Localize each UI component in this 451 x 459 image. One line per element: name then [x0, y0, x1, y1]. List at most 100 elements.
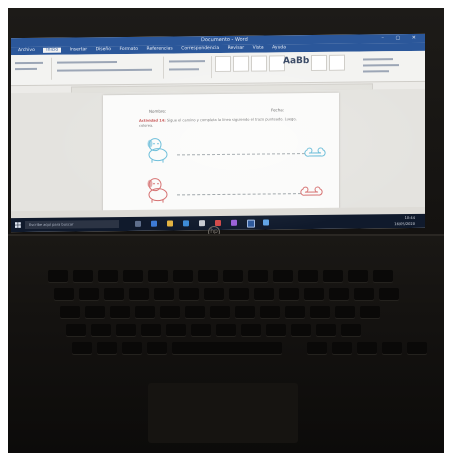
keyboard-key[interactable] [241, 324, 261, 336]
app-icon[interactable] [215, 219, 221, 227]
keyboard-key[interactable] [148, 270, 168, 282]
keyboard-key[interactable] [332, 342, 352, 354]
keyboard-key[interactable] [266, 324, 286, 336]
keyboard-key[interactable] [54, 288, 74, 300]
keyboard-key[interactable] [360, 306, 380, 318]
keyboard-key[interactable] [85, 306, 105, 318]
keyboard-key[interactable] [341, 324, 361, 336]
keyboard-key[interactable] [210, 306, 230, 318]
keyboard-key[interactable] [72, 342, 92, 354]
windows-start-icon[interactable] [15, 222, 21, 228]
camera-icon[interactable] [199, 220, 205, 227]
tab-referencias[interactable]: Referencias [147, 46, 173, 51]
app-icon[interactable] [263, 219, 269, 226]
keyboard-key[interactable] [279, 288, 299, 300]
keyboard-key[interactable] [172, 342, 282, 354]
document-page[interactable]: Nombre: Fecha: Actividad 14: Sigue el ca… [103, 92, 339, 214]
clipboard-group[interactable] [11, 57, 52, 81]
tab-revisar[interactable]: Revisar [228, 46, 245, 51]
tab-insertar[interactable]: Insertar [70, 47, 88, 52]
app-icon[interactable] [231, 219, 237, 226]
keyboard-key[interactable] [316, 324, 336, 336]
keyboard-key[interactable] [229, 288, 249, 300]
keyboard-key[interactable] [223, 270, 243, 282]
task-view-icon[interactable] [135, 220, 141, 227]
keyboard-key[interactable] [135, 306, 155, 318]
style-emphasis[interactable] [329, 54, 345, 71]
keyboard-key[interactable] [373, 270, 393, 282]
keyboard-key[interactable] [147, 342, 167, 354]
keyboard-key[interactable] [173, 270, 193, 282]
tab-diseno[interactable]: Diseño [96, 47, 111, 52]
keyboard-key[interactable] [298, 270, 318, 282]
keyboard-key[interactable] [122, 342, 142, 354]
style-title-preview[interactable]: AaBb [283, 56, 309, 66]
keyboard-key[interactable] [304, 288, 324, 300]
keyboard-key[interactable] [98, 270, 118, 282]
keyboard-key[interactable] [382, 342, 402, 354]
tab-ayuda[interactable]: Ayuda [272, 45, 286, 50]
tray-clock[interactable]: 10:44 16/05/2020 [394, 215, 415, 227]
keyboard-key[interactable] [407, 342, 427, 354]
window-controls[interactable]: – ▢ ✕ [381, 34, 421, 43]
keyboard-key[interactable] [116, 324, 136, 336]
keyboard-key[interactable] [310, 306, 330, 318]
keyboard-key[interactable] [48, 270, 68, 282]
tab-inicio[interactable]: Inicio [43, 47, 62, 53]
keyboard-key[interactable] [260, 306, 280, 318]
keyboard-key[interactable] [141, 324, 161, 336]
keyboard-key[interactable] [323, 270, 343, 282]
keyboard-key[interactable] [348, 270, 368, 282]
keyboard-key[interactable] [160, 306, 180, 318]
store-icon[interactable] [183, 220, 189, 227]
keyboard-key[interactable] [379, 288, 399, 300]
editing-group[interactable] [359, 54, 419, 77]
font-group[interactable] [53, 56, 164, 80]
keyboard-key[interactable] [191, 324, 211, 336]
keyboard-key[interactable] [248, 270, 268, 282]
keyboard-key[interactable] [79, 288, 99, 300]
keyboard-key[interactable] [335, 306, 355, 318]
keyboard-key[interactable] [329, 288, 349, 300]
keyboard-key[interactable] [307, 342, 327, 354]
keyboard-key[interactable] [104, 288, 124, 300]
keyboard-key[interactable] [123, 270, 143, 282]
keyboard-key[interactable] [60, 306, 80, 318]
keyboard-key[interactable] [204, 288, 224, 300]
activity-instruction: Actividad 14: Sigue el camino y completa… [139, 117, 309, 129]
taskbar-search-input[interactable]: Escribe aquí para buscar [25, 220, 119, 230]
keyboard-key[interactable] [235, 306, 255, 318]
keyboard-key[interactable] [129, 288, 149, 300]
style-subtitle[interactable] [311, 54, 327, 72]
keyboard-key[interactable] [154, 288, 174, 300]
keyboard-key[interactable] [357, 342, 377, 354]
window-title: Documento - Word [201, 36, 248, 44]
keyboard-key[interactable] [254, 288, 274, 300]
tab-vista[interactable]: Vista [253, 46, 264, 51]
word-icon[interactable] [247, 219, 255, 228]
edge-icon[interactable] [151, 220, 157, 227]
file-explorer-icon[interactable] [167, 220, 173, 227]
tab-correspondencia[interactable]: Correspondencia [181, 46, 219, 51]
keyboard-key[interactable] [66, 324, 86, 336]
keyboard-key[interactable] [110, 306, 130, 318]
keyboard-key[interactable] [179, 288, 199, 300]
keyboard-key[interactable] [166, 324, 186, 336]
style-heading-1[interactable] [251, 55, 267, 72]
tab-archivo[interactable]: Archivo [18, 48, 35, 53]
paragraph-group[interactable] [165, 56, 212, 79]
style-normal[interactable] [215, 55, 231, 73]
keyboard-key[interactable] [73, 270, 93, 282]
keyboard-key[interactable] [198, 270, 218, 282]
keyboard-key[interactable] [354, 288, 374, 300]
touchpad[interactable] [148, 383, 298, 443]
keyboard-key[interactable] [185, 306, 205, 318]
keyboard-key[interactable] [285, 306, 305, 318]
keyboard-key[interactable] [291, 324, 311, 336]
keyboard-key[interactable] [91, 324, 111, 336]
keyboard-key[interactable] [216, 324, 236, 336]
tab-formato[interactable]: Formato [119, 47, 138, 52]
keyboard-key[interactable] [273, 270, 293, 282]
keyboard-key[interactable] [97, 342, 117, 354]
style-no-spacing[interactable] [233, 55, 249, 72]
